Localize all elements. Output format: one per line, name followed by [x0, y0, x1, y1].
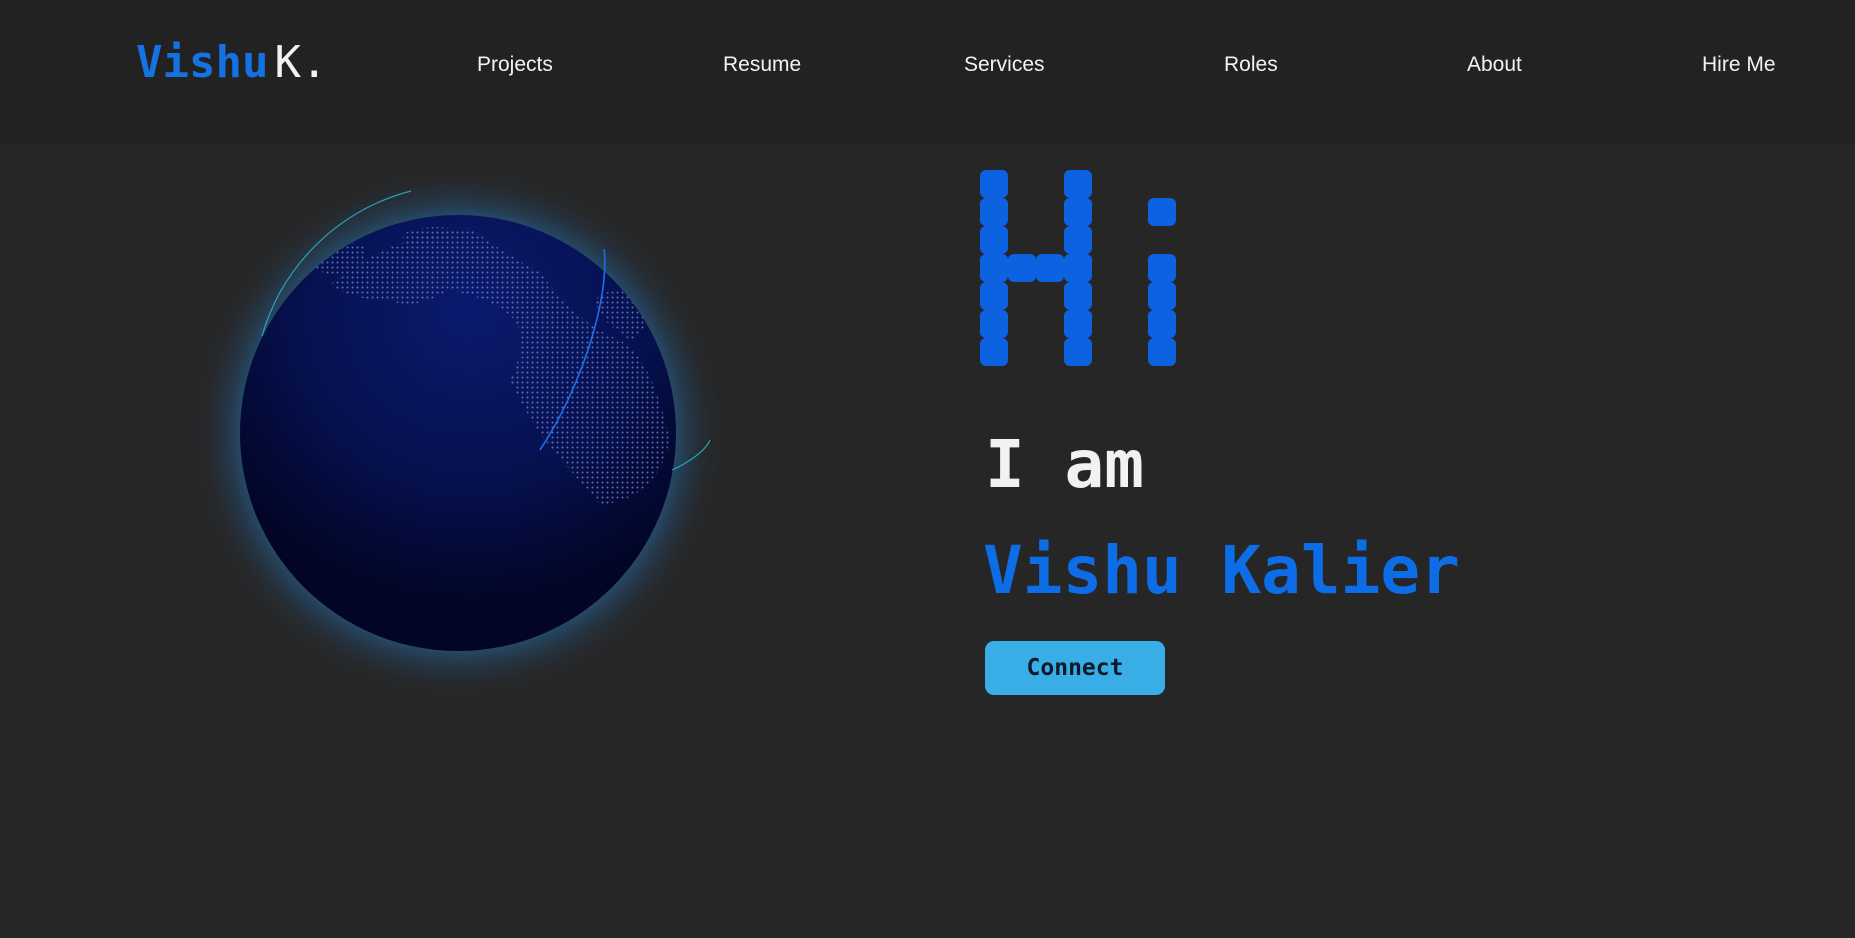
greeting-dot [1064, 170, 1092, 198]
greeting-dot [1148, 254, 1176, 282]
greeting-dot [1064, 310, 1092, 338]
greeting-dot [980, 254, 1008, 282]
greeting-dot [1064, 254, 1092, 282]
greeting-dot [980, 170, 1008, 198]
greeting-dot [1148, 310, 1176, 338]
greeting-dot [980, 198, 1008, 226]
greeting-dot [980, 226, 1008, 254]
nav-link-roles[interactable]: Roles [1224, 52, 1278, 78]
connect-button[interactable]: Connect [985, 641, 1165, 695]
logo-last-initial: K. [274, 37, 328, 88]
greeting-dot [980, 310, 1008, 338]
greeting-dot [1064, 282, 1092, 310]
nav-link-projects[interactable]: Projects [477, 52, 553, 78]
hero-globe [188, 163, 728, 703]
nav-link-services[interactable]: Services [964, 52, 1045, 78]
site-logo[interactable]: Vishu K. [136, 38, 327, 88]
greeting-dot [980, 338, 1008, 366]
greeting-dot [1148, 198, 1176, 226]
greeting-dot [1064, 338, 1092, 366]
navbar: Vishu K. Projects Resume Services Roles A… [0, 0, 1855, 145]
greeting-hi: Hi [980, 170, 1176, 366]
logo-first-name: Vishu [136, 37, 269, 88]
greeting-dot [1148, 338, 1176, 366]
intro-text: I am [985, 426, 1144, 503]
greeting-dot [1148, 282, 1176, 310]
hero-name: Vishu Kalier [983, 532, 1460, 609]
greeting-dot [980, 282, 1008, 310]
nav-link-hire-me[interactable]: Hire Me [1702, 52, 1776, 78]
greeting-dot [1008, 254, 1036, 282]
nav-link-resume[interactable]: Resume [723, 52, 801, 78]
greeting-dot [1064, 226, 1092, 254]
greeting-dot [1036, 254, 1064, 282]
nav-link-about[interactable]: About [1467, 52, 1522, 78]
greeting-dot [1064, 198, 1092, 226]
